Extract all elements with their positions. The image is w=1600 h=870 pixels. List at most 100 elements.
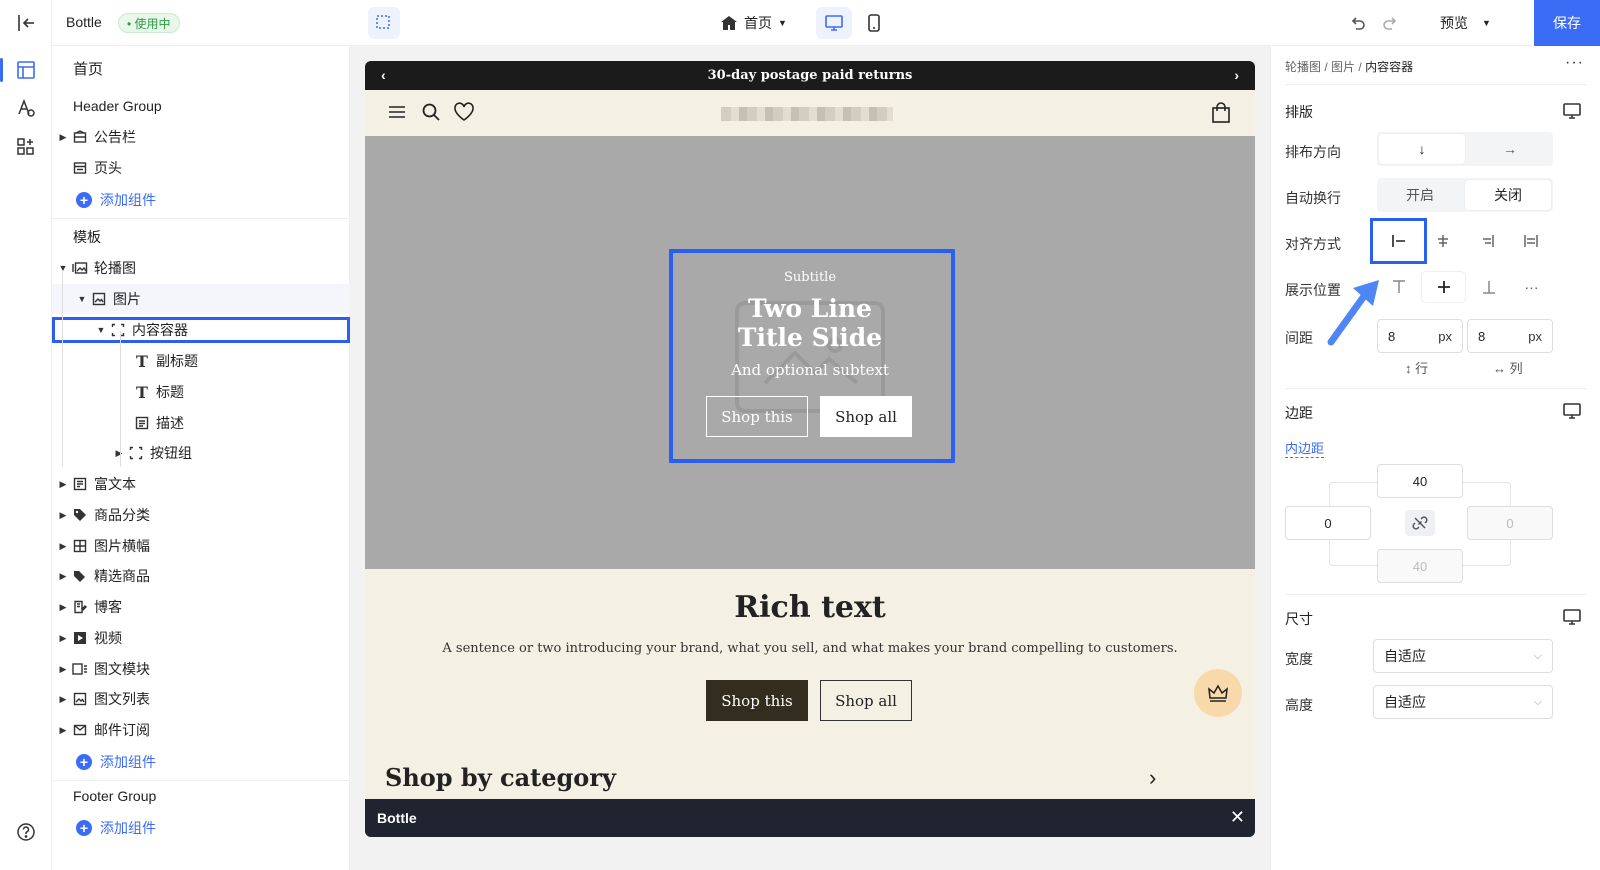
undo-icon[interactable] [1346,12,1368,34]
mobile-view-button[interactable] [856,7,892,39]
caret-down-icon: ▼ [58,263,68,273]
more-options-icon[interactable]: ··· [1565,54,1584,72]
desktop-view-button[interactable] [816,7,852,39]
tree-item-section-0[interactable]: ▶ 富文本 [58,469,356,499]
align-center-icon[interactable] [1421,224,1465,258]
crown-icon[interactable] [1194,669,1242,717]
video-icon [72,630,88,646]
heart-icon [453,102,475,124]
exit-icon[interactable] [14,11,38,35]
wrap-on-option[interactable]: 开启 [1377,178,1463,212]
chevron-right-icon[interactable]: › [1149,765,1156,791]
padding-tab[interactable]: 内边距 [1285,438,1325,458]
position-center-icon[interactable] [1422,272,1465,302]
footer-group-label: Footer Group [73,788,157,804]
tree-item-section-3[interactable]: ▶ 精选商品 [58,561,356,591]
tree-item-carousel[interactable]: ▼ 轮播图 [58,253,356,283]
rich-shop-all-button[interactable]: Shop all [820,680,912,721]
row-gap-input[interactable]: 8 px [1377,319,1463,353]
padding-top-input[interactable]: 40 [1377,464,1463,498]
preview-canvas: ‹ 30-day postage paid returns › Subtitle… [350,46,1270,870]
position-bottom-icon[interactable] [1467,270,1510,304]
wrap-label: 自动换行 [1285,190,1341,206]
add-component-template[interactable]: + 添加组件 [76,747,374,777]
align-stretch-icon[interactable] [1509,224,1553,258]
menu-icon [387,102,409,124]
rich-shop-this-button[interactable]: Shop this [706,680,808,721]
padding-left-input[interactable]: 0 [1285,506,1371,540]
align-start-highlight [1370,218,1427,264]
announcement-bar[interactable]: ‹ 30-day postage paid returns › [365,61,1255,90]
position-top-icon[interactable] [1377,270,1420,304]
desktop-icon[interactable] [1562,608,1582,626]
header-icon [72,160,88,176]
save-button[interactable]: 保存 [1534,0,1600,46]
tree-item-section-5[interactable]: ▶ 视频 [58,623,356,653]
tags-icon [72,568,88,584]
blog-icon [72,599,88,615]
rich-text-heading: Rich text [734,590,886,625]
add-component-footer[interactable]: + 添加组件 [76,813,374,843]
arrow-down-icon: ↓ [1418,141,1426,157]
height-label: 高度 [1285,697,1313,713]
apps-icon[interactable] [14,135,38,159]
height-select[interactable]: 自适应 ⌵ [1373,685,1553,719]
direction-segmented-control: ↓ → [1377,132,1553,166]
plus-icon: + [76,820,92,836]
row-gap-hint: ↕ 行 [1405,361,1429,376]
direction-horizontal-option[interactable]: → [1467,132,1553,166]
size-heading: 尺寸 [1285,611,1313,627]
desktop-icon [825,15,843,31]
tree-item-section-2[interactable]: ▶ 图片横幅 [58,531,356,561]
wrap-off-option[interactable]: 关闭 [1465,180,1551,210]
column-gap-hint: ↔ 列 [1493,361,1523,376]
tree-item-header[interactable]: 页头 [68,153,366,183]
caret-down-icon: ▼ [77,294,87,304]
tag-icon [72,507,88,523]
preview-button[interactable]: 预览 ▼ [1440,13,1491,33]
tree-item-section-6[interactable]: ▶ 图文模块 [58,654,356,684]
page-selector[interactable]: 首页 ▼ [720,13,787,33]
tree-item-announcement[interactable]: ▶ 公告栏 [58,122,356,152]
chevron-right-icon: › [1234,67,1239,83]
desktop-icon[interactable] [1562,402,1582,420]
padding-right-input[interactable]: 0 [1467,506,1553,540]
add-component-header[interactable]: + 添加组件 [76,185,374,215]
layout-icon[interactable] [14,58,38,82]
caret-down-icon: ▼ [778,18,787,28]
redo-icon[interactable] [1380,12,1402,34]
link-padding-button[interactable] [1405,510,1435,536]
column-gap-input[interactable]: 8 px [1467,319,1553,353]
store-name: Bottle [66,14,102,30]
close-icon[interactable]: ✕ [1230,807,1245,828]
left-icon-rail [0,0,52,870]
richtext-icon [72,476,88,492]
padding-bottom-input[interactable]: 40 [1377,549,1463,583]
desktop-icon[interactable] [1562,102,1582,120]
text-icon: T [136,351,148,371]
width-select[interactable]: 自适应 ⌵ [1373,639,1553,673]
align-end-icon[interactable] [1465,224,1509,258]
help-icon[interactable] [14,820,38,844]
tree-item-section-1[interactable]: ▶ 商品分类 [58,500,356,530]
carousel-slide[interactable]: Subtitle Two Line Title Slide And option… [365,136,1255,569]
select-tool-button[interactable] [368,7,400,39]
plus-icon: + [76,754,92,770]
tree-item-section-8[interactable]: ▶ 邮件订阅 [58,715,356,745]
chevron-down-icon: ⌵ [1533,695,1542,708]
store-header[interactable] [365,90,1255,136]
layout-heading: 排版 [1285,104,1313,120]
tree-item-image[interactable]: ▼ 图片 [52,284,350,314]
direction-vertical-option[interactable]: ↓ [1379,134,1465,164]
store-logo [721,107,893,121]
chevron-down-icon: ⌵ [1533,649,1542,662]
tree-item-section-4[interactable]: ▶ 博客 [58,592,356,622]
tree-item-section-7[interactable]: ▶ 图文列表 [58,684,356,714]
section-tree: 首页 Header Group ▶ 公告栏 页头 + 添加组件 模板 ▼ 轮播图 … [52,46,350,870]
more-icon[interactable]: ··· [1510,270,1553,304]
email-icon [72,722,88,738]
vertical-arrows-icon: ↕ [1405,361,1412,376]
theme-style-icon[interactable] [14,96,38,120]
direction-label: 排布方向 [1285,144,1341,160]
chevron-left-icon: ‹ [381,67,386,83]
